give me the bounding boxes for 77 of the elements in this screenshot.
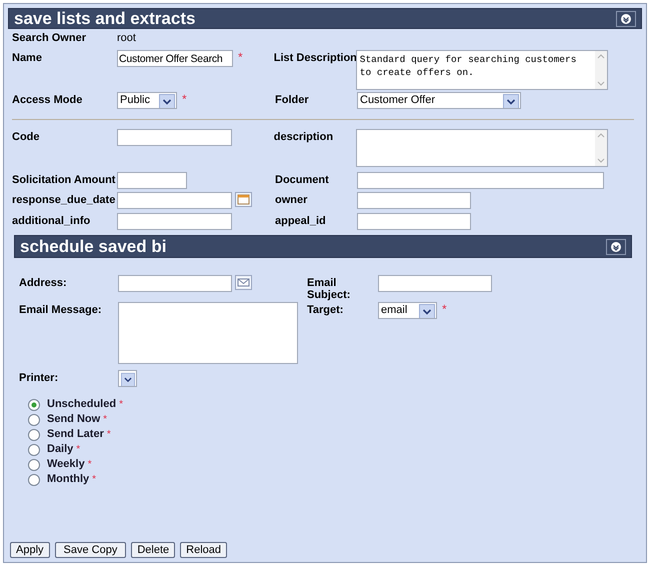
field-label: Folder	[275, 93, 310, 106]
field-label: description	[274, 130, 334, 143]
field-label: Address:	[19, 276, 68, 289]
action-button[interactable]: Delete	[131, 542, 176, 558]
caret-icon	[503, 94, 519, 108]
radio-button[interactable]	[28, 428, 40, 440]
option-label: Monthly	[47, 472, 90, 488]
option-label: Unscheduled	[47, 397, 116, 412]
calendar-icon[interactable]	[235, 192, 252, 207]
text-field[interactable]	[117, 192, 232, 209]
text-field[interactable]	[117, 129, 232, 146]
required-mark: *	[92, 473, 96, 487]
option-label: Daily	[47, 442, 74, 458]
dropdown[interactable]: Public	[117, 92, 177, 109]
dropdown[interactable]: Customer Offer	[357, 92, 521, 109]
option-label: Send Later	[47, 427, 104, 442]
text-field[interactable]: Customer Offer Search	[117, 50, 233, 67]
radio-button[interactable]	[28, 414, 40, 426]
text-area[interactable]	[356, 129, 608, 167]
text-field[interactable]	[357, 192, 471, 209]
action-button[interactable]: Save Copy	[54, 542, 126, 558]
field-label: List Description	[274, 51, 356, 64]
field-label: Search Owner	[12, 31, 87, 46]
scrollbar[interactable]	[594, 130, 607, 166]
text-field[interactable]	[117, 213, 232, 230]
dropdown[interactable]: email	[378, 302, 437, 319]
collapse-button[interactable]	[606, 238, 626, 254]
required-mark: *	[103, 413, 108, 427]
field-label: response_due_date	[12, 193, 116, 206]
required-mark: *	[442, 303, 447, 315]
owner-value: root	[117, 31, 136, 46]
field-label: Target:	[307, 303, 344, 316]
text-area-value: Standard query for searching customers to create offers on.	[360, 53, 578, 79]
text-field[interactable]	[118, 275, 232, 292]
option-label: Send Now	[47, 412, 100, 428]
action-button[interactable]: Apply	[10, 542, 50, 558]
radio-button[interactable]	[28, 444, 40, 456]
panel-title: save lists and extracts	[14, 8, 196, 28]
caret-icon	[121, 372, 135, 386]
field-label: Email Message:	[19, 303, 103, 316]
required-mark: *	[119, 398, 123, 412]
dropdown-value: Customer Offer	[360, 95, 435, 106]
dropdown-value: email	[381, 305, 408, 316]
field-label: additional_info	[12, 214, 92, 227]
scrollbar[interactable]	[594, 51, 607, 89]
text-field[interactable]	[357, 213, 471, 230]
required-mark: *	[106, 428, 111, 442]
caret-icon	[419, 304, 435, 318]
field-label: Solicitation Amount	[12, 173, 116, 186]
text-area[interactable]	[118, 302, 298, 364]
field-label: Code	[12, 130, 40, 143]
text-area[interactable]: Standard query for searching customers to create offers on.	[356, 50, 608, 90]
field-label: owner	[275, 193, 308, 206]
panel-title: schedule saved bi	[20, 236, 166, 256]
envelope-icon[interactable]	[235, 275, 252, 290]
radio-button[interactable]	[28, 458, 40, 470]
text-field[interactable]	[357, 172, 604, 189]
collapse-button[interactable]	[616, 10, 636, 26]
required-mark: *	[88, 458, 92, 472]
radio-button[interactable]	[28, 474, 40, 486]
text-field[interactable]	[117, 172, 187, 189]
text-field[interactable]	[378, 275, 492, 292]
option-label: Weekly	[47, 457, 85, 472]
required-mark: *	[76, 443, 80, 457]
caret-icon	[159, 94, 175, 108]
field-label: appeal_id	[275, 214, 327, 227]
action-button[interactable]: Reload	[180, 542, 227, 558]
field-label: Access Mode	[12, 93, 84, 106]
required-mark: *	[238, 51, 243, 63]
required-mark: *	[182, 93, 187, 105]
radio-button[interactable]	[28, 398, 40, 410]
field-label: Email Subject:	[307, 276, 352, 301]
dropdown[interactable]	[118, 370, 137, 387]
dropdown-value: Public	[120, 95, 150, 106]
field-label: Name	[12, 51, 43, 64]
field-label: Printer:	[19, 371, 60, 384]
field-label: Document	[275, 173, 330, 186]
